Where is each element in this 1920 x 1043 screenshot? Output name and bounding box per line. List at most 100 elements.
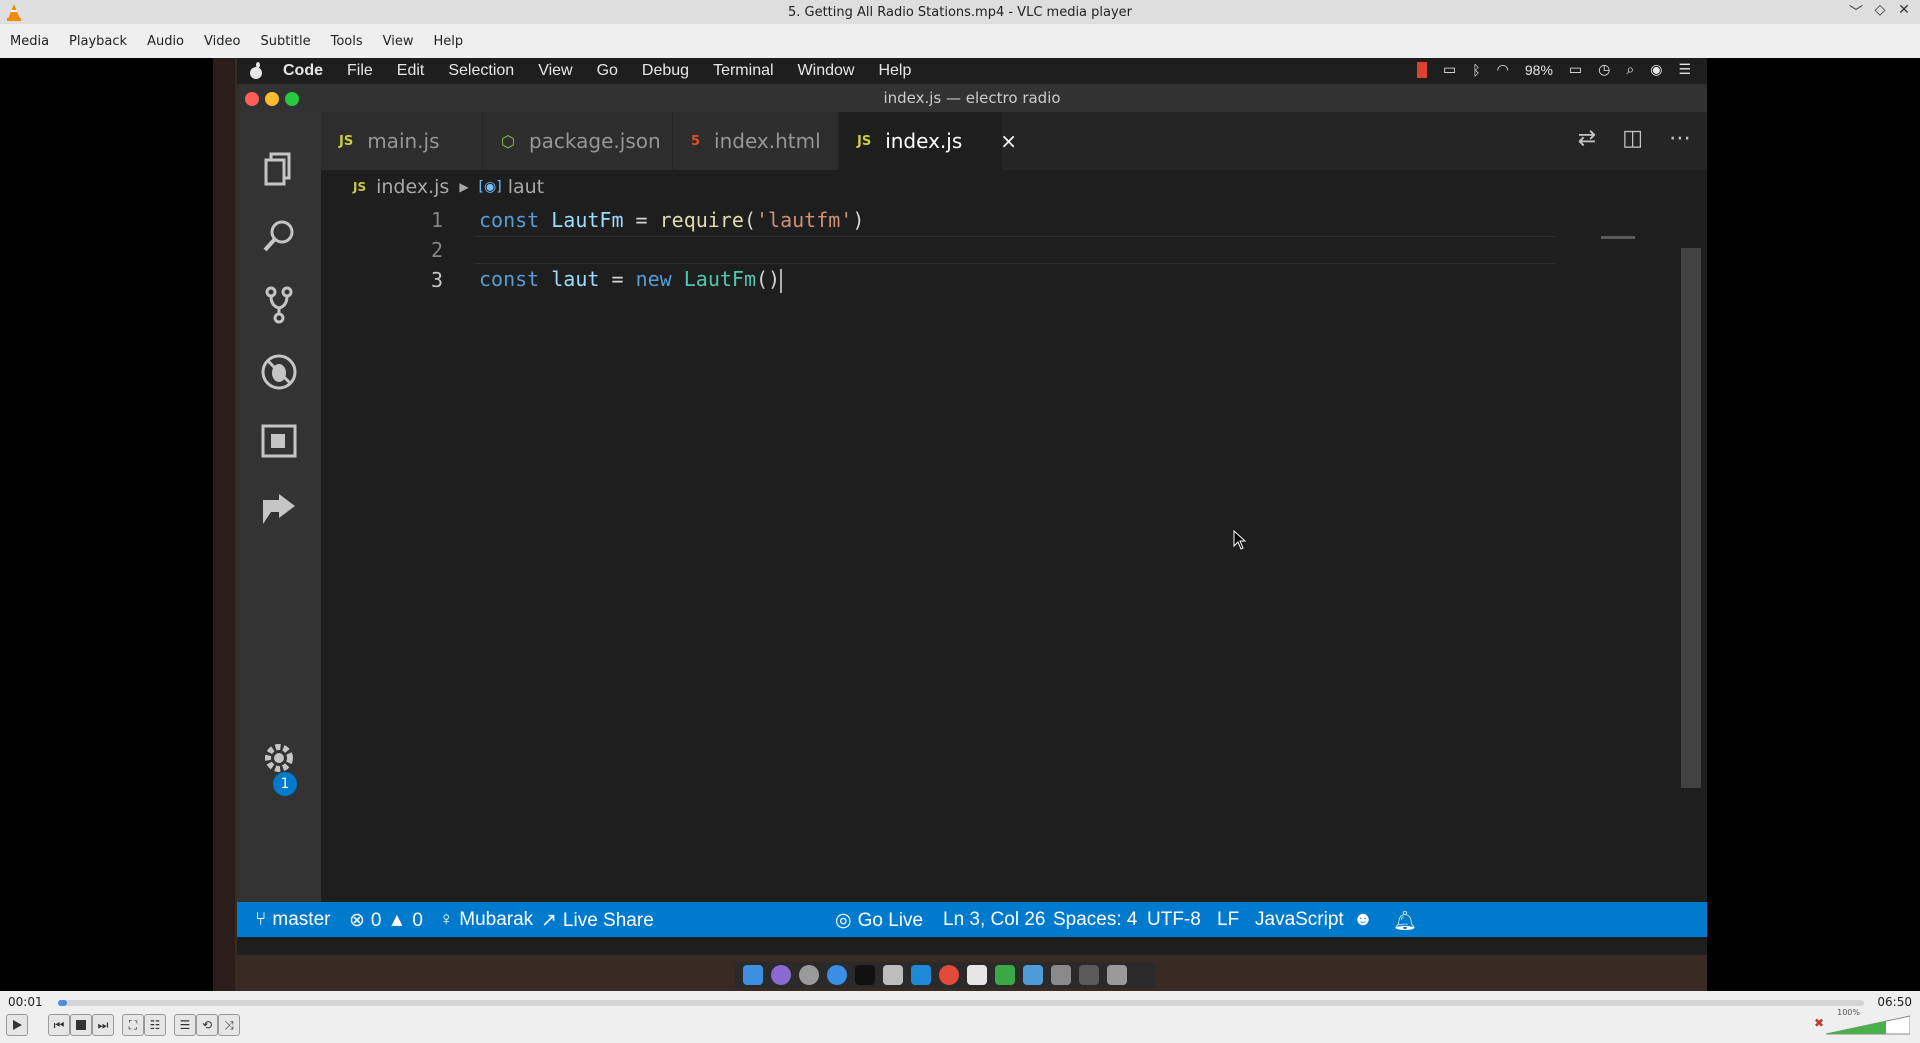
playlist-button[interactable]: ☰ <box>174 1014 196 1036</box>
siri-icon <box>771 965 791 985</box>
encoding-status[interactable]: UTF-8 <box>1147 909 1201 931</box>
loop-button[interactable]: ⟲ <box>196 1014 218 1036</box>
more-actions-icon[interactable]: ⋯ <box>1669 126 1691 151</box>
tab-close-icon[interactable]: × <box>1000 129 1017 153</box>
screenshot-icon <box>1023 965 1043 985</box>
go-live-button[interactable]: ◎ Go Live <box>835 909 923 932</box>
breadcrumb-symbol[interactable]: laut <box>508 176 544 198</box>
menu-view[interactable]: View <box>373 34 424 49</box>
tab-package-json[interactable]: ⬡ package.json <box>483 112 673 170</box>
stop-icon <box>76 1020 86 1030</box>
indentation-status[interactable]: Spaces: 4 <box>1053 909 1138 931</box>
seek-progress <box>58 1000 68 1006</box>
playlist-icon: ☰ <box>179 1018 191 1032</box>
mac-menu-view: View <box>538 62 573 79</box>
stop-button[interactable] <box>70 1014 92 1036</box>
js-file-icon: JS <box>339 133 354 149</box>
vlc-menubar: Media Playback Audio Video Subtitle Tool… <box>0 24 1920 58</box>
mac-menu-edit: Edit <box>396 62 425 79</box>
apple-icon <box>250 62 262 79</box>
close-window-icon <box>245 92 259 106</box>
battery-text: 98% <box>1524 61 1553 78</box>
user-status[interactable]: ♀ Mubarak <box>439 909 533 931</box>
chrome-icon <box>939 965 959 985</box>
extensions-icon <box>261 424 297 458</box>
live-share-status[interactable]: ↗ Live Share <box>541 909 654 932</box>
feedback-smiley-icon[interactable]: ☻ <box>1353 909 1373 931</box>
mac-menu-app: Code <box>283 62 323 79</box>
shuffle-button[interactable]: ⤨ <box>218 1014 240 1036</box>
text-cursor <box>780 268 783 293</box>
vlc-controls: 00:01 06:50 ⏮︎ ⏭︎ ⛶ ☷ ☰ ⟲ ⤨ ✖ 100% <box>0 991 1920 1043</box>
code-editor[interactable]: 1 const LautFm = require('lautfm') 2 3 c… <box>321 204 1707 902</box>
elapsed-time: 00:01 <box>8 995 43 1009</box>
video-frame: Code File Edit Selection View Go Debug T… <box>213 58 1707 991</box>
wifi-icon: ◠ <box>1496 61 1509 77</box>
mac-menu-file: File <box>347 62 373 79</box>
split-editor-icon[interactable]: ◫ <box>1622 126 1643 151</box>
explorer-icon <box>264 152 291 186</box>
previous-button[interactable]: ⏮︎ <box>48 1014 70 1036</box>
desktop-background <box>213 58 235 991</box>
total-time[interactable]: 06:50 <box>1877 995 1912 1009</box>
branch-icon: ⑂ <box>255 909 267 930</box>
maximize-icon[interactable]: ◇ <box>1872 2 1888 22</box>
close-icon[interactable]: ✕ <box>1896 2 1912 22</box>
fullscreen-icon: ⛶ <box>128 1017 138 1032</box>
mac-menu-terminal: Terminal <box>713 62 774 79</box>
mail-icon <box>967 965 987 985</box>
js-file-icon: JS <box>353 180 367 194</box>
tab-main-js[interactable]: JS main.js <box>321 112 483 170</box>
editor-scrollbar[interactable] <box>1681 248 1701 788</box>
tab-label: index.html <box>714 129 821 153</box>
tab-index-js[interactable]: JS index.js × <box>839 112 1017 170</box>
mac-status-icons: ▭ ᛒ ◠ 98% ▭ ◷ ⌕ ◉ ☰ <box>1417 61 1691 78</box>
broadcast-icon: ◎ <box>835 910 852 931</box>
open-changes-icon[interactable]: ⇄ <box>1578 126 1596 151</box>
seek-slider[interactable] <box>58 1000 1864 1006</box>
search-icon <box>263 220 294 252</box>
vscode-icon <box>911 965 931 985</box>
notifications-bell-icon[interactable]: 🔔︎ <box>1393 909 1417 933</box>
play-button[interactable] <box>6 1014 28 1036</box>
mouse-pointer-icon <box>1233 530 1247 550</box>
vlc-cone-icon <box>7 4 21 21</box>
code-line: 3 const laut = new LautFm() <box>321 265 1521 295</box>
person-icon: ♀ <box>439 909 454 930</box>
chevron-right-icon: ▶ <box>459 180 469 194</box>
menu-video[interactable]: Video <box>194 34 250 49</box>
menu-audio[interactable]: Audio <box>137 34 194 49</box>
share-icon: ↗ <box>541 910 557 931</box>
menu-subtitle[interactable]: Subtitle <box>250 34 320 49</box>
menu-playback[interactable]: Playback <box>59 34 137 49</box>
tab-index-html[interactable]: 5 index.html <box>673 112 839 170</box>
tab-label: main.js <box>367 129 440 153</box>
problems-status[interactable]: ⊗ 0 ▲ 0 <box>349 909 423 932</box>
line-number: 3 <box>430 268 443 292</box>
debug-icon <box>261 354 297 390</box>
eol-status[interactable]: LF <box>1217 909 1239 931</box>
siri-icon: ◉ <box>1650 61 1663 77</box>
keyboard-icon <box>1051 965 1071 985</box>
window-title: 5. Getting All Radio Stations.mp4 - VLC … <box>787 4 1133 20</box>
minimize-icon[interactable]: ﹀ <box>1848 2 1864 22</box>
menu-help[interactable]: Help <box>424 34 474 49</box>
cursor-position[interactable]: Ln 3, Col 26 <box>943 909 1045 931</box>
mute-icon[interactable]: ✖ <box>1814 1016 1824 1030</box>
minimap[interactable] <box>1601 236 1635 239</box>
clock-icon: ◷ <box>1598 61 1611 77</box>
volume-slider[interactable] <box>1826 1014 1910 1036</box>
branch-status[interactable]: ⑂ master <box>255 909 330 931</box>
next-button[interactable]: ⏭︎ <box>92 1014 114 1036</box>
extended-settings-button[interactable]: ☷ <box>144 1014 166 1036</box>
activity-bar: 1 <box>237 112 321 902</box>
node-file-icon: ⬡ <box>501 131 515 151</box>
menu-media[interactable]: Media <box>0 34 59 49</box>
video-area[interactable]: Code File Edit Selection View Go Debug T… <box>0 58 1920 991</box>
language-mode[interactable]: JavaScript <box>1255 909 1344 931</box>
source-control-icon <box>265 286 293 324</box>
breadcrumb-file[interactable]: index.js <box>376 176 449 198</box>
fullscreen-button[interactable]: ⛶ <box>122 1014 144 1036</box>
menu-tools[interactable]: Tools <box>321 34 373 49</box>
window-controls: ﹀ ◇ ✕ <box>1848 2 1912 22</box>
